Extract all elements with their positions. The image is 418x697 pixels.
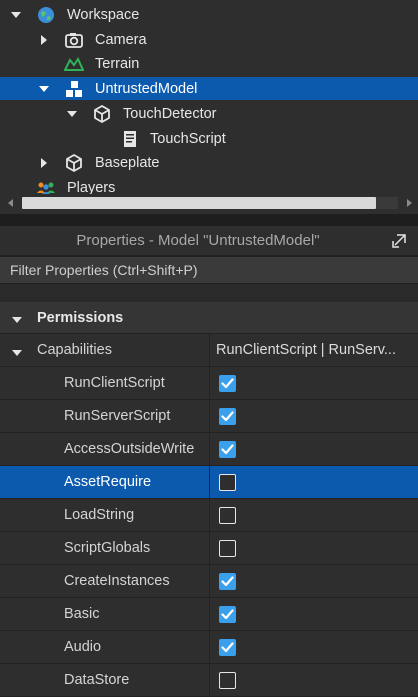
tree-item-label: Camera (95, 31, 147, 48)
tree-item-terrain[interactable]: Terrain (0, 52, 418, 75)
column-divider[interactable] (209, 532, 210, 565)
tree-item-label: Workspace (67, 6, 140, 23)
properties-header: Properties - Model "UntrustedModel" (0, 226, 418, 256)
property-row-runserverscript[interactable]: RunServerScript (0, 400, 418, 433)
property-name: RunClientScript (64, 375, 165, 391)
expanded-arrow-icon[interactable] (11, 346, 23, 362)
model-icon (64, 79, 84, 99)
tree-item-touchscript[interactable]: TouchScript (0, 127, 418, 150)
tree-item-label: Terrain (95, 55, 140, 72)
section-title: Permissions (37, 310, 124, 326)
property-name: Basic (64, 606, 100, 622)
checkbox[interactable] (219, 474, 236, 491)
camera-icon (64, 30, 84, 50)
tree-item-untrustedmodel[interactable]: UntrustedModel (0, 77, 418, 100)
checkbox[interactable] (219, 672, 236, 689)
column-divider[interactable] (209, 433, 210, 466)
section-permissions[interactable]: Permissions (0, 302, 418, 334)
tree-item-label: Baseplate (95, 154, 160, 171)
column-divider[interactable] (209, 499, 210, 532)
checkbox[interactable] (219, 375, 236, 392)
checkbox[interactable] (219, 606, 236, 623)
tree-item-baseplate[interactable]: Baseplate (0, 151, 418, 174)
checkbox[interactable] (219, 507, 236, 524)
property-name: RunServerScript (64, 408, 171, 424)
property-row-createinstances[interactable]: CreateInstances (0, 565, 418, 598)
property-row-capabilities[interactable]: Capabilities RunClientScript | RunServ..… (0, 334, 418, 367)
explorer-panel: Workspace Camera Terrain UntrustedModel … (0, 0, 418, 214)
terrain-icon (64, 54, 84, 74)
property-name: Audio (64, 639, 102, 655)
column-divider[interactable] (209, 400, 210, 433)
collapsed-arrow-icon[interactable] (38, 157, 50, 169)
column-divider[interactable] (209, 631, 210, 664)
properties-spacer (0, 284, 418, 302)
filter-bar (0, 256, 418, 284)
collapsed-arrow-icon[interactable] (38, 34, 50, 46)
panel-divider[interactable] (0, 214, 418, 226)
scroll-left-icon[interactable] (5, 197, 17, 209)
checkbox[interactable] (219, 540, 236, 557)
property-row-loadstring[interactable]: LoadString (0, 499, 418, 532)
checkbox[interactable] (219, 639, 236, 656)
tree-item-camera[interactable]: Camera (0, 28, 418, 51)
tree-item-label: UntrustedModel (95, 80, 198, 97)
expanded-arrow-icon[interactable] (10, 9, 22, 21)
expanded-arrow-icon[interactable] (38, 83, 50, 95)
column-divider[interactable] (209, 367, 210, 400)
part-icon (92, 104, 112, 124)
column-divider[interactable] (209, 334, 210, 367)
undock-icon[interactable] (391, 233, 407, 249)
property-row-runclientscript[interactable]: RunClientScript (0, 367, 418, 400)
property-name: CreateInstances (64, 573, 170, 589)
expanded-arrow-icon[interactable] (66, 108, 78, 120)
globe-icon (36, 5, 56, 25)
capabilities-value[interactable]: RunClientScript | RunServ... (216, 342, 396, 358)
filter-properties-input[interactable] (0, 257, 418, 283)
part-icon (64, 153, 84, 173)
property-name: ScriptGlobals (64, 540, 151, 556)
property-name: Capabilities (37, 342, 112, 358)
checkbox[interactable] (219, 573, 236, 590)
column-divider[interactable] (209, 598, 210, 631)
column-divider[interactable] (209, 466, 210, 499)
scroll-right-icon[interactable] (403, 197, 415, 209)
property-row-audio[interactable]: Audio (0, 631, 418, 664)
property-row-accessoutsidewrite[interactable]: AccessOutsideWrite (0, 433, 418, 466)
property-name: DataStore (64, 672, 130, 688)
horizontal-scrollbar[interactable] (0, 194, 418, 214)
tree-item-workspace[interactable]: Workspace (0, 3, 418, 26)
script-icon (120, 129, 140, 149)
tree-item-label: TouchDetector (123, 105, 217, 122)
checkbox[interactable] (219, 408, 236, 425)
column-divider[interactable] (209, 664, 210, 697)
property-name: LoadString (64, 507, 135, 523)
tree-item-touchdetector[interactable]: TouchDetector (0, 102, 418, 125)
tree-item-label: TouchScript (150, 130, 226, 147)
column-divider[interactable] (209, 565, 210, 598)
property-name: AccessOutsideWrite (64, 441, 195, 457)
expanded-arrow-icon[interactable] (11, 313, 23, 329)
property-name: AssetRequire (64, 474, 152, 490)
scrollbar-thumb[interactable] (22, 197, 376, 209)
property-row-datastore[interactable]: DataStore (0, 664, 418, 697)
properties-title: Properties - Model "UntrustedModel" (76, 232, 320, 249)
property-row-scriptglobals[interactable]: ScriptGlobals (0, 532, 418, 565)
checkbox[interactable] (219, 441, 236, 458)
property-row-basic[interactable]: Basic (0, 598, 418, 631)
property-row-assetrequire[interactable]: AssetRequire (0, 466, 418, 499)
